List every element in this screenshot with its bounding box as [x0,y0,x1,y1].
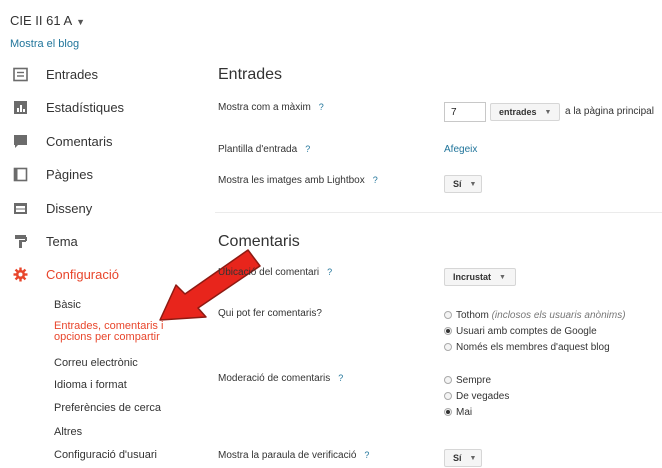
radio-button-checked[interactable] [444,408,452,416]
comment-location-label: Ubicació del comentari? [218,267,332,278]
who-can-comment-label: Qui pot fer comentaris? [218,308,322,319]
radio-button[interactable] [444,343,452,351]
radio-option-never[interactable]: Mai [444,406,472,418]
sidebar-item-label: Tema [46,233,78,249]
chevron-down-icon: ▼ [469,180,477,188]
pages-icon [13,167,28,181]
comments-section-title: Comentaris [218,233,300,250]
comments-icon [14,134,27,148]
subnav-search-preferences[interactable]: Preferències de cerca [54,403,161,414]
theme-icon [15,234,27,248]
lightbox-label-text: Mostra les imatges amb Lightbox [218,175,365,186]
chevron-down-icon[interactable]: ▼ [76,17,85,27]
dropdown-value: entrades [499,107,537,117]
chevron-down-icon: ▼ [544,108,552,116]
radio-button[interactable] [444,392,452,400]
sidebar-item-comments[interactable]: Comentaris [0,129,200,153]
radio-option-sometimes[interactable]: De vegades [444,390,509,402]
radio-option-google-users[interactable]: Usuari amb comptes de Google [444,325,597,337]
dropdown-value: Sí [453,179,462,189]
radio-option-always[interactable]: Sempre [444,374,491,386]
radio-option-members-only[interactable]: Només els membres d'aquest blog [444,341,610,353]
sidebar-item-label: Estadístiques [46,99,125,115]
radio-label: Tothom [456,309,489,321]
subnav-other[interactable]: Altres [54,427,82,438]
radio-button-checked[interactable] [444,327,452,335]
help-icon[interactable]: ? [319,102,324,112]
help-icon[interactable]: ? [305,144,310,154]
post-template-label: Plantilla d'entrada? [218,144,310,155]
radio-option-anyone[interactable]: Tothom (inclosos els usuaris anònims) [444,309,626,321]
lightbox-label: Mostra les imatges amb Lightbox? [218,175,378,186]
max-posts-label-text: Mostra com a màxim [218,102,311,113]
sidebar-item-pages[interactable]: Pàgines [0,162,200,186]
radio-button[interactable] [444,376,452,384]
subnav-basic[interactable]: Bàsic [54,300,81,311]
chevron-down-icon: ▼ [499,273,506,281]
posts-icon [13,67,28,81]
max-posts-input[interactable] [444,102,486,122]
blog-title-text: CIE II 61 A [10,13,73,28]
sidebar-item-label: Entrades [46,66,99,82]
section-divider [215,212,662,213]
add-template-link[interactable]: Afegeix [444,144,477,155]
posts-section-title: Entrades [218,66,283,83]
dropdown-value: Incrustat [453,272,492,282]
max-posts-suffix: a la pàgina principal [565,106,654,117]
radio-label: De vegades [456,390,510,402]
post-template-label-text: Plantilla d'entrada [218,144,298,155]
subnav-language-format[interactable]: Idioma i format [54,380,127,391]
subnav-user-settings[interactable]: Configuració d'usuari [54,450,157,461]
sidebar-item-label: Configuració [46,266,119,282]
subnav-email[interactable]: Correu electrònic [54,358,138,369]
radio-label: Mai [456,406,473,418]
sidebar-item-label: Comentaris [46,133,113,149]
help-icon[interactable]: ? [364,450,369,460]
sidebar-item-label: Disseny [46,200,93,216]
radio-label: Sempre [456,374,492,386]
comment-location-label-text: Ubicació del comentari [218,267,320,278]
word-verification-label: Mostra la paraula de verificació? [218,450,369,461]
max-posts-unit-dropdown[interactable]: entrades ▼ [490,103,560,121]
radio-label: Usuari amb comptes de Google [456,325,597,337]
subnav-posts-comments-sharing[interactable]: Entrades, comentaris i opcions per compa… [54,321,163,343]
sidebar-item-label: Pàgines [46,166,93,182]
radio-button[interactable] [444,311,452,319]
help-icon[interactable]: ? [327,267,332,277]
sidebar-item-posts[interactable]: Entrades [0,62,200,86]
view-blog-link[interactable]: Mostra el blog [10,38,79,50]
blog-title[interactable]: CIE II 61 A ▼ [10,13,85,28]
gear-icon [13,267,28,281]
word-verification-label-text: Mostra la paraula de verificació [218,450,357,461]
moderation-label: Moderació de comentaris? [218,373,343,384]
chevron-down-icon: ▼ [469,454,477,462]
stats-icon [14,100,27,114]
moderation-label-text: Moderació de comentaris [218,373,331,384]
subnav-label-line: opcions per compartir [54,331,160,343]
sidebar-item-stats[interactable]: Estadístiques [0,95,200,119]
dropdown-value: Sí [453,453,462,463]
max-posts-label: Mostra com a màxim? [218,102,324,113]
help-icon[interactable]: ? [338,373,343,383]
sidebar-item-layout[interactable]: Disseny [0,196,200,220]
radio-label: Només els membres d'aquest blog [456,341,610,353]
layout-icon [14,202,27,214]
word-verification-dropdown[interactable]: Sí ▼ [444,449,482,467]
comment-location-dropdown[interactable]: Incrustat ▼ [444,268,516,286]
lightbox-dropdown[interactable]: Sí ▼ [444,175,482,193]
help-icon[interactable]: ? [373,175,378,185]
radio-note: (inclosos els usuaris anònims) [491,309,626,321]
